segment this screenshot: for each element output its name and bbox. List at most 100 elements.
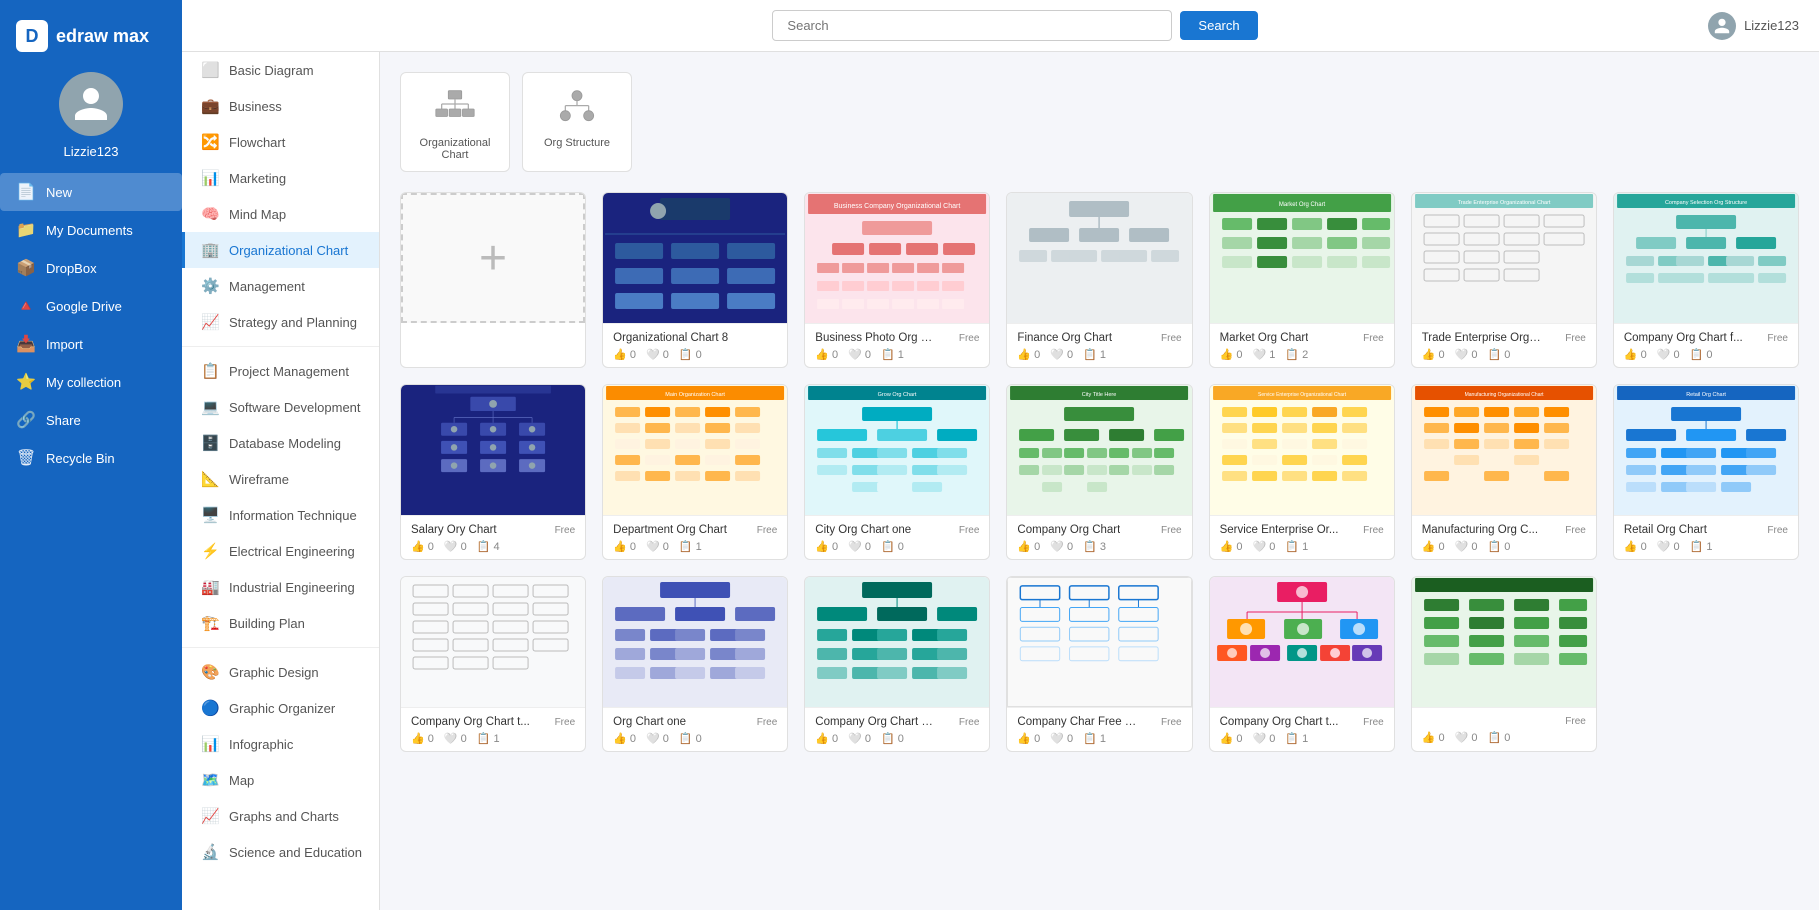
cat-strategy[interactable]: 📈 Strategy and Planning xyxy=(182,304,379,340)
template-service-enterprise[interactable]: Service Enterprise Organizational Chart xyxy=(1209,384,1395,560)
cat-database[interactable]: 🗄️ Database Modeling xyxy=(182,425,379,461)
template-finance-org[interactable]: Finance Org Chart Free 👍 0 🤍 0 📋 1 xyxy=(1006,192,1192,368)
template-business-photo[interactable]: Business Company Organizational Chart xyxy=(804,192,990,368)
sidebar-item-import[interactable]: 📥 Import xyxy=(0,325,182,363)
char-free-svg xyxy=(1008,578,1190,706)
cat-project-mgmt[interactable]: 📋 Project Management xyxy=(182,353,379,389)
cat-icon-marketing: 📊 xyxy=(201,169,219,187)
sidebar-item-new[interactable]: 📄 New xyxy=(0,173,182,211)
cat-building[interactable]: 🏗️ Building Plan xyxy=(182,605,379,641)
template-company-char-free[interactable]: Company Char Free Org Free 👍 0 🤍 0 📋 1 xyxy=(1006,576,1192,752)
cat-wireframe[interactable]: 📐 Wireframe xyxy=(182,461,379,497)
cat-science[interactable]: 🔬 Science and Education xyxy=(182,834,379,870)
template-retail[interactable]: Retail Org Chart xyxy=(1613,384,1799,560)
sidebar-item-my-collection[interactable]: ⭐ My collection xyxy=(0,363,182,401)
template-title-org-chart-8: Organizational Chart 8 xyxy=(613,332,728,344)
title-row-department: Department Org Chart Free xyxy=(613,524,777,536)
template-company-org-free[interactable]: Company Org Chart Free Free 👍 0 🤍 0 📋 0 xyxy=(804,576,990,752)
search-input[interactable] xyxy=(772,10,1172,41)
cat-graphic-design[interactable]: 🎨 Graphic Design xyxy=(182,654,379,690)
extra-teal-svg xyxy=(1412,577,1596,707)
badge-extra-teal: Free xyxy=(1565,716,1586,727)
cat-basic-diagram[interactable]: ⬜ Basic Diagram xyxy=(182,52,379,88)
cat-business[interactable]: 💼 Business xyxy=(182,88,379,124)
template-market-org[interactable]: Market Org Chart xyxy=(1209,192,1395,368)
thumb-retail: Retail Org Chart xyxy=(1614,385,1798,515)
template-title-service: Service Enterprise Or... xyxy=(1220,524,1339,536)
cat-icon-business: 💼 xyxy=(201,97,219,115)
cat-electrical[interactable]: ⚡ Electrical Engineering xyxy=(182,533,379,569)
template-salary[interactable]: Salary Ory Chart Free 👍 0 🤍 0 📋 4 xyxy=(400,384,586,560)
badge-trade: Free xyxy=(1565,333,1586,344)
badge-company-org-free: Free xyxy=(959,717,980,728)
cat-map[interactable]: 🗺️ Map xyxy=(182,762,379,798)
cat-graphic-organizer[interactable]: 🔵 Graphic Organizer xyxy=(182,690,379,726)
sidebar-item-share[interactable]: 🔗 Share xyxy=(0,401,182,439)
cat-management[interactable]: ⚙️ Management xyxy=(182,268,379,304)
cat-flowchart[interactable]: 🔀 Flowchart xyxy=(182,124,379,160)
template-title-salary: Salary Ory Chart xyxy=(411,524,497,536)
template-info-colorful: Company Org Chart t... Free 👍 0 🤍 0 📋 1 xyxy=(1210,707,1394,751)
search-button[interactable]: Search xyxy=(1180,11,1257,40)
template-org-chart-8[interactable]: Organizational Chart 8 👍 0 🤍 0 📋 0 xyxy=(602,192,788,368)
template-company-org-f[interactable]: Company Selection Org Structure xyxy=(1613,192,1799,368)
cat-icon-graphic: 🎨 xyxy=(201,663,219,681)
badge-org-one: Free xyxy=(757,717,778,728)
sidebar-item-dropbox[interactable]: 📦 DropBox xyxy=(0,249,182,287)
cat-graphs[interactable]: 📈 Graphs and Charts xyxy=(182,798,379,834)
svg-text:Main Organization Chart: Main Organization Chart xyxy=(665,392,725,398)
dropbox-icon: 📦 xyxy=(16,258,36,278)
template-info-business-photo: Business Photo Org C... Free 👍 0 🤍 0 📋 1 xyxy=(805,323,989,367)
thumb-org-chart-8 xyxy=(603,193,787,323)
cat-info-tech[interactable]: 🖥️ Information Technique xyxy=(182,497,379,533)
template-extra-teal[interactable]: Free 👍 0 🤍 0 📋 0 xyxy=(1411,576,1597,752)
type-card-org-chart[interactable]: Organizational Chart xyxy=(400,72,510,172)
topbar-user: Lizzie123 xyxy=(1708,12,1799,40)
thumb-org-one xyxy=(603,577,787,707)
cat-software-dev[interactable]: 💻 Software Development xyxy=(182,389,379,425)
cat-infographic[interactable]: 📊 Infographic xyxy=(182,726,379,762)
type-cards-row: Organizational Chart Org Structure xyxy=(400,72,1799,172)
title-row-company-f: Company Org Chart f... Free xyxy=(1624,332,1788,344)
template-trade-enterprise[interactable]: Trade Enterprise Organizational Chart xyxy=(1411,192,1597,368)
sidebar-item-google-drive[interactable]: 🔺 Google Drive xyxy=(0,287,182,325)
sidebar-nav-label-collection: My collection xyxy=(46,375,121,390)
cat-org-chart[interactable]: 🏢 Organizational Chart xyxy=(182,232,379,268)
template-org-chart-one[interactable]: Org Chart one Free 👍 0 🤍 0 📋 0 xyxy=(602,576,788,752)
title-row-company-org: Company Org Chart Free xyxy=(1017,524,1181,536)
template-city-org[interactable]: Grow Org Chart xyxy=(804,384,990,560)
cat-icon-project: 📋 xyxy=(201,362,219,380)
thumb-company-t xyxy=(401,577,585,707)
username-label: Lizzie123 xyxy=(64,144,119,159)
thumb-company-org: City Title Here xyxy=(1007,385,1191,515)
market-svg: Market Org Chart xyxy=(1210,193,1394,323)
salary-svg xyxy=(401,385,585,515)
cat-icon-industrial: 🏭 xyxy=(201,578,219,596)
sidebar-item-recycle-bin[interactable]: 🗑 Recycle Bin xyxy=(0,439,182,477)
avatar-icon xyxy=(71,84,111,124)
thumb-salary xyxy=(401,385,585,515)
template-company-colorful[interactable]: Company Org Chart t... Free 👍 0 🤍 0 📋 1 xyxy=(1209,576,1395,752)
template-title-trade: Trade Enterprise Org ... xyxy=(1422,332,1542,344)
cat-marketing[interactable]: 📊 Marketing xyxy=(182,160,379,196)
add-new-card[interactable]: + xyxy=(400,192,586,368)
template-company-t[interactable]: Company Org Chart t... Free 👍 0 🤍 0 📋 1 xyxy=(400,576,586,752)
template-title-colorful: Company Org Chart t... xyxy=(1220,716,1339,728)
cat-mindmap[interactable]: 🧠 Mind Map xyxy=(182,196,379,232)
title-row-org-one: Org Chart one Free xyxy=(613,716,777,728)
template-title-retail: Retail Org Chart xyxy=(1624,524,1707,536)
cat-icon-map: 🗺️ xyxy=(201,771,219,789)
template-info-extra-teal: Free 👍 0 🤍 0 📋 0 xyxy=(1412,707,1596,750)
template-manufacturing[interactable]: Manufacturing Organizational Chart xyxy=(1411,384,1597,560)
template-company-org[interactable]: City Title Here xyxy=(1006,384,1192,560)
title-row-market: Market Org Chart Free xyxy=(1220,332,1384,344)
type-card-org-structure[interactable]: Org Structure xyxy=(522,72,632,172)
cat-industrial[interactable]: 🏭 Industrial Engineering xyxy=(182,569,379,605)
thumb-manufacturing: Manufacturing Organizational Chart xyxy=(1412,385,1596,515)
company-free-svg xyxy=(805,577,989,707)
template-department[interactable]: Main Organization Chart xyxy=(602,384,788,560)
badge-colorful: Free xyxy=(1363,717,1384,728)
org-structure-type-icon xyxy=(557,89,597,129)
thumb-company-f: Company Selection Org Structure xyxy=(1614,193,1798,323)
sidebar-item-my-documents[interactable]: 📁 My Documents xyxy=(0,211,182,249)
